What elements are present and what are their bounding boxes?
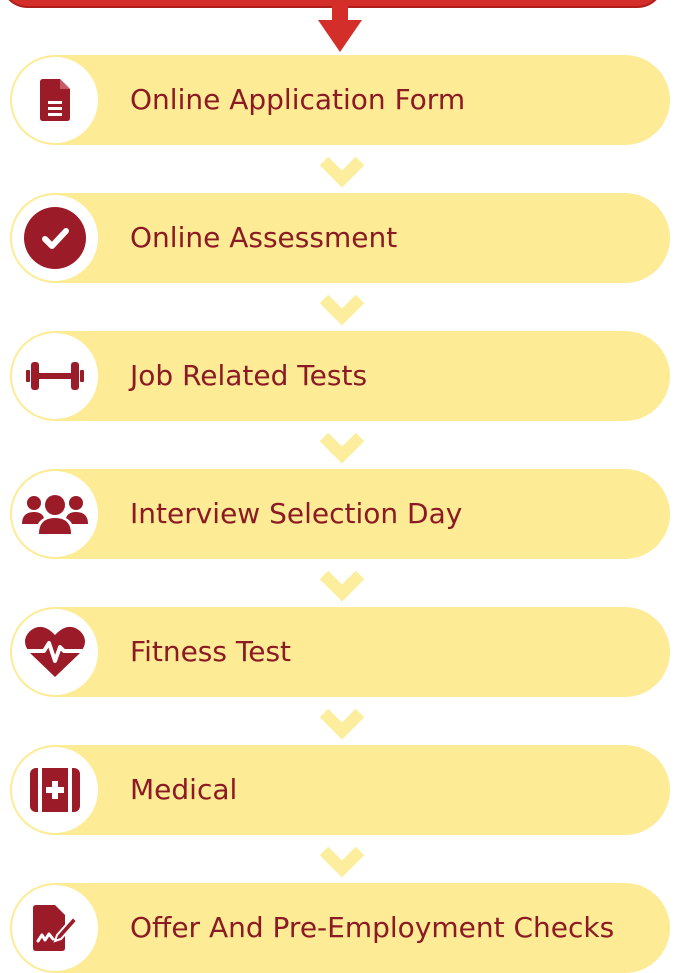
step-offer-and-pre-employment-checks: Offer And Pre-Employment Checks (10, 883, 670, 973)
step-label: Interview Selection Day (130, 497, 463, 530)
step-label: Online Application Form (130, 83, 466, 116)
step-label: Medical (130, 773, 238, 806)
chevron-down-icon (319, 708, 365, 740)
chevron-down-icon (319, 432, 365, 464)
icon-badge (12, 747, 98, 833)
medical-kit-icon (30, 768, 80, 812)
step-fitness-test: Fitness Test (10, 607, 670, 697)
icon-badge (12, 471, 98, 557)
chevron-down-icon (319, 294, 365, 326)
step-label: Offer And Pre-Employment Checks (130, 911, 615, 944)
icon-badge (12, 333, 98, 419)
step-label: Fitness Test (130, 635, 292, 668)
document-icon (40, 79, 70, 121)
step-medical: Medical (10, 745, 670, 835)
chevron-down-icon (319, 156, 365, 188)
step-interview-selection-day: Interview Selection Day (10, 469, 670, 559)
icon-badge (12, 885, 98, 971)
step-job-related-tests: Job Related Tests (10, 331, 670, 421)
chevron-down-icon (319, 846, 365, 878)
users-group-icon (22, 495, 88, 534)
dumbbell-icon (26, 362, 84, 390)
icon-badge (12, 609, 98, 695)
icon-badge (12, 195, 98, 281)
chevron-down-icon (319, 570, 365, 602)
step-online-application-form: Online Application Form (10, 55, 670, 145)
checkmark-circle-icon (24, 207, 86, 269)
step-online-assessment: Online Assessment (10, 193, 670, 283)
heartbeat-icon (24, 626, 86, 677)
red-chevron-down-icon (318, 0, 362, 52)
step-label: Online Assessment (130, 221, 398, 254)
icon-badge (12, 57, 98, 143)
signed-document-icon (33, 905, 77, 951)
step-label: Job Related Tests (130, 359, 368, 392)
